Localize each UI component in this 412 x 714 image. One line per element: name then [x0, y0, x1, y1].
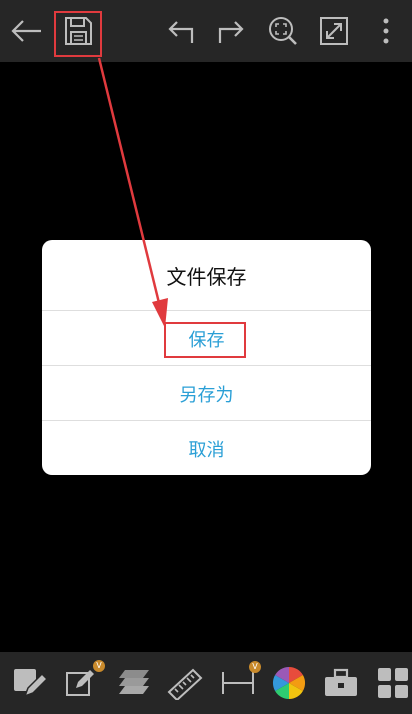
save-as-option[interactable]: 另存为 — [42, 365, 371, 421]
save-option[interactable]: 保存 — [42, 310, 371, 366]
back-arrow-icon[interactable] — [6, 9, 46, 53]
zoom-fit-icon[interactable] — [263, 9, 303, 53]
top-toolbar — [0, 0, 412, 62]
dialog-title: 文件保存 — [166, 264, 247, 289]
cancel-option[interactable]: 取消 — [42, 420, 371, 475]
layers-icon[interactable] — [113, 662, 155, 704]
version-badge: V — [249, 661, 261, 673]
undo-icon[interactable] — [161, 9, 201, 53]
edit-icon[interactable]: V — [60, 660, 105, 704]
redo-icon[interactable] — [211, 9, 251, 53]
edit-layer-icon[interactable] — [8, 662, 50, 704]
more-vertical-icon[interactable] — [366, 9, 406, 53]
color-wheel-icon[interactable] — [268, 662, 310, 704]
toolbox-icon[interactable] — [320, 662, 362, 704]
version-badge: V — [93, 660, 105, 672]
fullscreen-icon[interactable] — [314, 9, 354, 53]
save-dialog: 文件保存 保存 另存为 取消 — [42, 240, 371, 475]
save-icon[interactable] — [58, 9, 98, 53]
grid-icon[interactable] — [372, 662, 412, 704]
bottom-toolbar: V V — [0, 652, 412, 714]
dimension-icon[interactable]: V — [217, 661, 261, 704]
ruler-icon[interactable] — [165, 662, 207, 704]
